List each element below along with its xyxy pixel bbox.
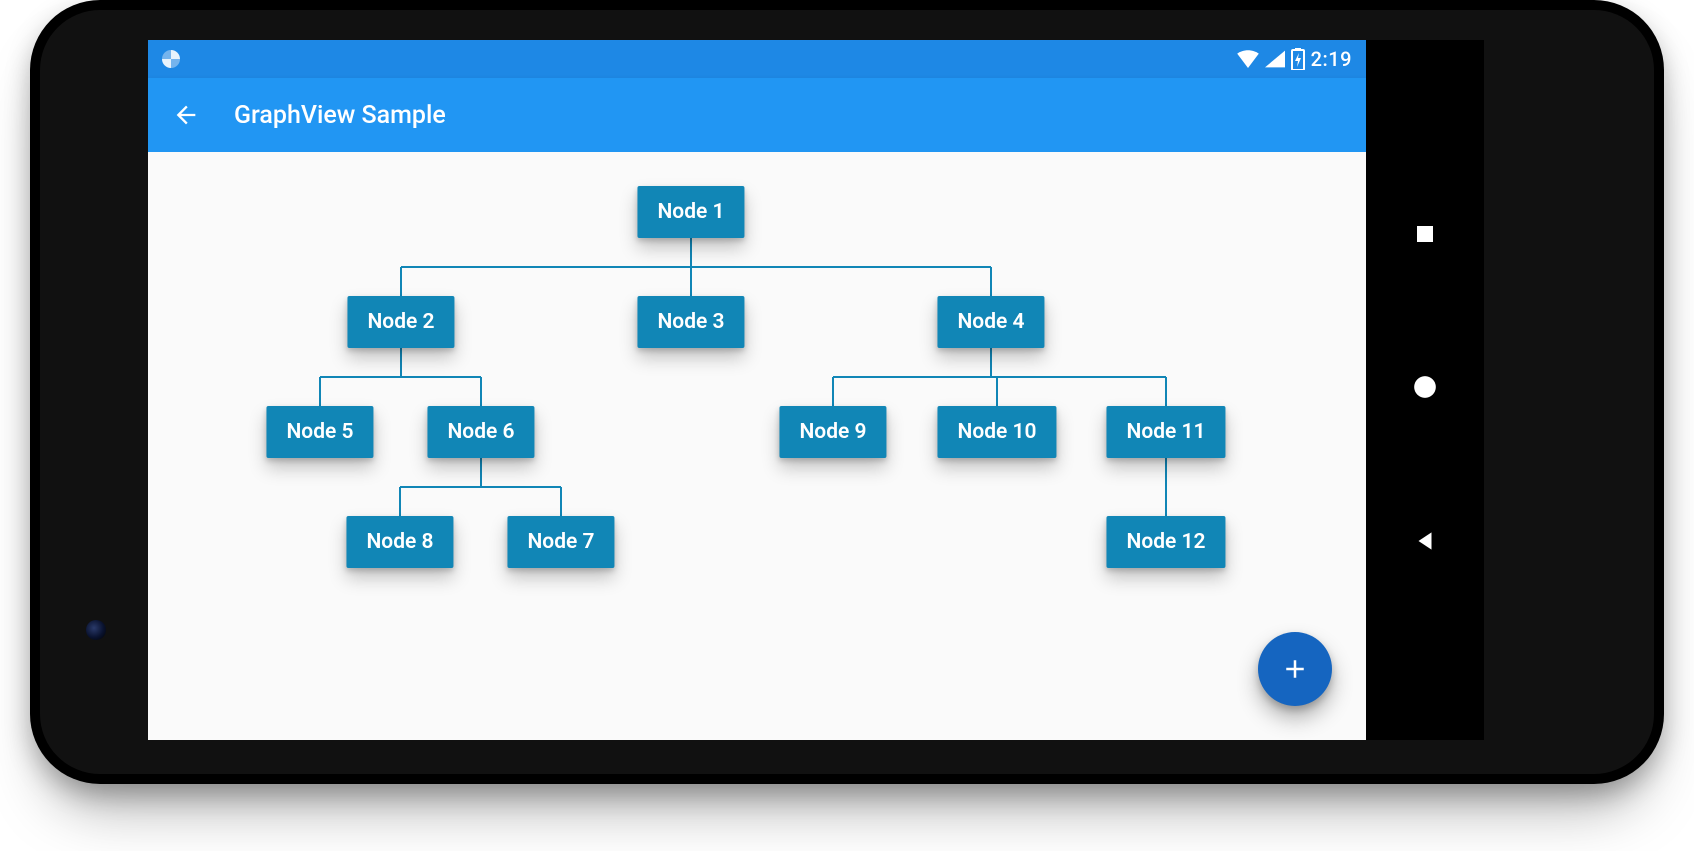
graph-node-n6[interactable]: Node 6 bbox=[427, 406, 534, 458]
status-right: 2:19 bbox=[1237, 47, 1352, 71]
graph-node-n5[interactable]: Node 5 bbox=[266, 406, 373, 458]
cell-signal-icon bbox=[1265, 50, 1285, 68]
home-button[interactable] bbox=[1412, 374, 1438, 404]
front-camera bbox=[86, 620, 106, 640]
circle-icon bbox=[1412, 374, 1438, 400]
device-frame: 2:19 GraphView Sample Node 1 Node 2 Node 3… bbox=[30, 0, 1664, 784]
status-left bbox=[162, 50, 180, 68]
recents-button[interactable] bbox=[1413, 222, 1437, 250]
graph-node-n4[interactable]: Node 4 bbox=[937, 296, 1044, 348]
back-button[interactable] bbox=[166, 95, 206, 135]
status-clock: 2:19 bbox=[1311, 47, 1352, 71]
graph-node-n11[interactable]: Node 11 bbox=[1106, 406, 1225, 458]
system-nav-bar bbox=[1366, 40, 1484, 740]
graph-node-n8[interactable]: Node 8 bbox=[346, 516, 453, 568]
status-bar: 2:19 bbox=[148, 40, 1366, 78]
wifi-icon bbox=[1237, 50, 1259, 68]
graph-node-n7[interactable]: Node 7 bbox=[507, 516, 614, 568]
app-title: GraphView Sample bbox=[234, 101, 446, 130]
nav-back-button[interactable] bbox=[1412, 528, 1438, 558]
graph-node-n12[interactable]: Node 12 bbox=[1106, 516, 1225, 568]
app-bar: GraphView Sample bbox=[148, 78, 1366, 152]
graph-node-n2[interactable]: Node 2 bbox=[347, 296, 454, 348]
add-node-fab[interactable] bbox=[1258, 632, 1332, 706]
loading-spinner-icon bbox=[162, 50, 180, 68]
square-icon bbox=[1413, 222, 1437, 246]
arrow-back-icon bbox=[172, 101, 200, 129]
graph-node-n10[interactable]: Node 10 bbox=[937, 406, 1056, 458]
plus-icon bbox=[1280, 654, 1310, 684]
graph-canvas[interactable]: Node 1 Node 2 Node 3 Node 4 Node 5 Node 6 Node… bbox=[148, 152, 1366, 740]
graph-node-n3[interactable]: Node 3 bbox=[637, 296, 744, 348]
graph-node-n9[interactable]: Node 9 bbox=[779, 406, 886, 458]
graph-node-n1[interactable]: Node 1 bbox=[637, 186, 744, 238]
screen: 2:19 GraphView Sample Node 1 Node 2 Node 3… bbox=[148, 40, 1366, 740]
triangle-back-icon bbox=[1412, 528, 1438, 554]
battery-charging-icon bbox=[1291, 48, 1305, 70]
device-inner: 2:19 GraphView Sample Node 1 Node 2 Node 3… bbox=[40, 10, 1654, 774]
